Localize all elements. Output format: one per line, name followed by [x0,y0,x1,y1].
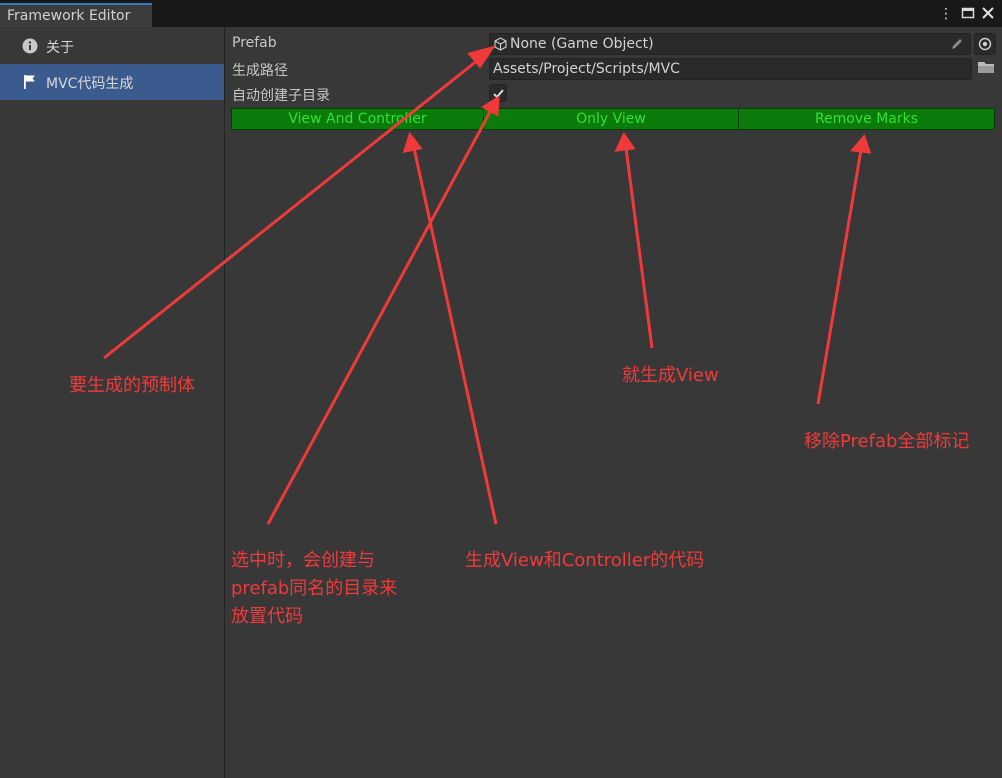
arrow-to-prefab [103,58,479,360]
annotation-subdir-line-2: prefab同名的目录来 [231,578,398,599]
annotation-subdir-line-1: 选中时，会创建与 [231,550,375,571]
annotation-subdir-line-3: 放置代码 [231,606,303,627]
annotation-remove-marks: 移除Prefab全部标记 [804,431,970,452]
arrow-head [850,133,872,154]
arrow-head [402,131,423,153]
arrow-head [614,131,636,152]
arrow-to-subdir-checkbox [266,111,492,525]
arrow-to-remove-marks [816,149,863,405]
annotation-view-controller: 生成View和Controller的代码 [465,550,705,571]
annotation-prefab: 要生成的预制体 [69,375,195,396]
arrow-to-only-view [624,147,654,349]
arrow-head [481,95,500,117]
framework-editor-window: Framework Editor ⋮ 关于 MVC代码生成 Prefab Non… [0,0,1002,778]
arrow-to-view-controller [412,147,498,525]
annotation-only-view: 就生成View [622,365,719,386]
